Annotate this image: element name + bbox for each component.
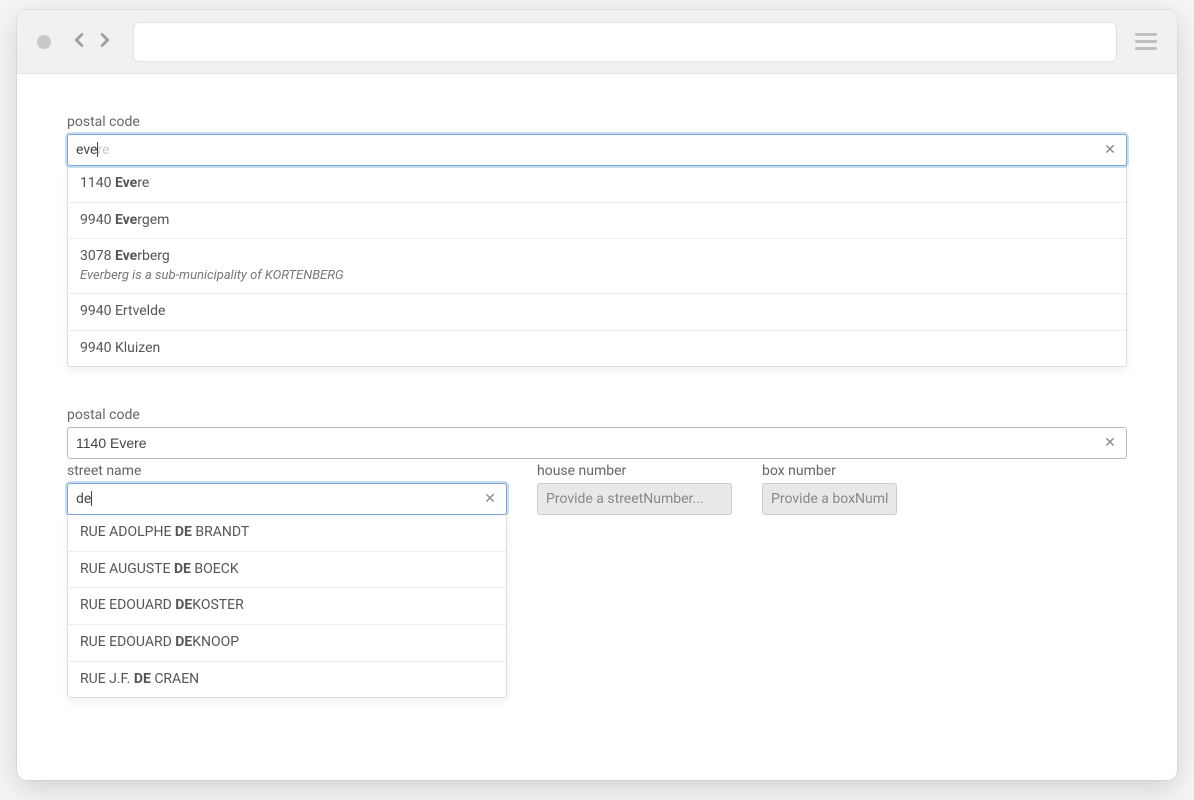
street-label: street name — [67, 463, 507, 479]
suggestion-item[interactable]: 3078 EverbergEverberg is a sub-municipal… — [68, 239, 1126, 294]
postal-code-label-2: postal code — [67, 407, 1127, 423]
suggestion-item[interactable]: RUE AUGUSTE DE BOECK — [68, 552, 506, 589]
nav-arrows — [69, 29, 115, 55]
forward-icon[interactable] — [93, 29, 115, 55]
menu-icon[interactable] — [1135, 33, 1157, 50]
suggestion-item[interactable]: RUE EDOUARD DEKNOOP — [68, 625, 506, 662]
url-bar[interactable] — [133, 22, 1117, 62]
clear-icon[interactable]: ✕ — [478, 487, 502, 511]
suggestion-item[interactable]: 9940 Kluizen — [68, 331, 1126, 367]
postal-code-input[interactable] — [68, 135, 1098, 165]
suggestion-item[interactable]: RUE J.F. DE CRAEN — [68, 662, 506, 698]
street-dropdown: RUE ADOLPHE DE BRANDTRUE AUGUSTE DE BOEC… — [67, 515, 507, 698]
house-label: house number — [537, 463, 732, 479]
window-control-dot[interactable] — [37, 35, 51, 49]
house-col: house number Provide a streetNumber... — [537, 463, 732, 515]
suggestion-item[interactable]: RUE EDOUARD DEKOSTER — [68, 588, 506, 625]
suggestion-item[interactable]: 9940 Ertvelde — [68, 294, 1126, 331]
box-input: Provide a boxNuml — [762, 483, 897, 515]
postal-code-group-1: postal code evere ✕ 1140 Evere9940 Everg… — [67, 114, 1127, 367]
clear-icon[interactable]: ✕ — [1098, 431, 1122, 455]
address-group: postal code ✕ street name de ✕ RUE ADO — [67, 407, 1127, 515]
house-input: Provide a streetNumber... — [537, 483, 732, 515]
page-content: postal code evere ✕ 1140 Evere9940 Everg… — [17, 74, 1177, 595]
street-input[interactable] — [68, 484, 478, 514]
box-label: box number — [762, 463, 897, 479]
street-col: street name de ✕ RUE ADOLPHE DE BRANDTRU… — [67, 463, 507, 515]
postal-code-label: postal code — [67, 114, 1127, 130]
postal-code-input-wrap-2[interactable]: ✕ — [67, 427, 1127, 459]
titlebar — [17, 10, 1177, 74]
suggestion-item[interactable]: 1140 Evere — [68, 166, 1126, 203]
postal-code-dropdown: 1140 Evere9940 Evergem3078 EverbergEverb… — [67, 166, 1127, 367]
back-icon[interactable] — [69, 29, 91, 55]
suggestion-item[interactable]: 9940 Evergem — [68, 203, 1126, 240]
clear-icon[interactable]: ✕ — [1098, 138, 1122, 162]
postal-code-input-2[interactable] — [68, 428, 1098, 458]
browser-window: postal code evere ✕ 1140 Evere9940 Everg… — [17, 10, 1177, 780]
postal-code-input-wrap[interactable]: evere ✕ — [67, 134, 1127, 166]
address-row: street name de ✕ RUE ADOLPHE DE BRANDTRU… — [67, 463, 1127, 515]
suggestion-item[interactable]: RUE ADOLPHE DE BRANDT — [68, 515, 506, 552]
street-input-wrap[interactable]: de ✕ — [67, 483, 507, 515]
box-col: box number Provide a boxNuml — [762, 463, 897, 515]
